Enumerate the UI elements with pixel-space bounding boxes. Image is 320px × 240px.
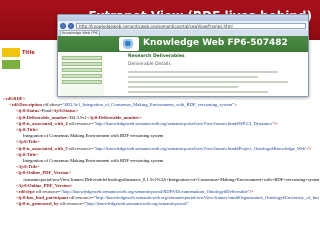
browser-toolbar: http://knowledgeweb.semanticweb.org/sema… <box>58 21 308 30</box>
back-icon[interactable] <box>60 22 66 29</box>
rdf-code-view: <rdf:RDF> <rdf:Description rdf:about="#D2… <box>3 96 319 238</box>
result-line <box>128 81 288 83</box>
result-line <box>128 76 258 78</box>
result-line <box>128 86 238 88</box>
sidebar-link[interactable] <box>62 74 102 78</box>
browser-window: http://knowledgeweb.semanticweb.org/sema… <box>57 14 309 97</box>
sidebar-link[interactable] <box>62 56 102 60</box>
flag-label: Title <box>22 50 35 56</box>
web-page: Knowledge Web FP6-507482 Research Delive… <box>58 36 308 96</box>
result-line <box>128 71 278 73</box>
flag-icon <box>2 48 20 57</box>
site-title: Knowledge Web FP6-507482 <box>143 38 288 48</box>
site-logo-icon <box>119 37 139 51</box>
result-line <box>128 91 268 93</box>
sidebar-link[interactable] <box>62 80 102 84</box>
results-subheading: Deliverable Details <box>128 62 171 67</box>
results-heading: Research Deliverables <box>128 54 185 59</box>
forward-icon[interactable] <box>68 22 74 29</box>
flag-icon <box>2 60 20 69</box>
sidebar-link[interactable] <box>62 62 102 66</box>
rdf-line: <ij:0:is_associated_with_4 rdf:resource=… <box>16 120 278 126</box>
site-header: Knowledge Web FP6-507482 <box>58 36 308 52</box>
rdf-line: <ij:0:is_associated_with_5 rdf:resource=… <box>16 145 312 151</box>
rdf-line: <ij:0:is_generated_by rdf:resource="http… <box>16 201 190 207</box>
sidebar-link[interactable] <box>62 68 102 72</box>
site-sidebar <box>60 54 104 96</box>
address-bar[interactable]: http://knowledgeweb.semanticweb.org/sema… <box>76 22 306 29</box>
